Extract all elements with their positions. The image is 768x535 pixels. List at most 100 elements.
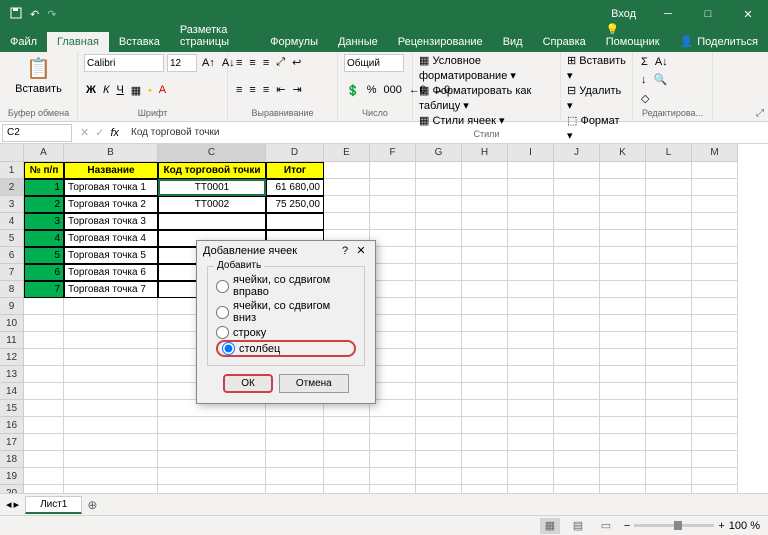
cell[interactable]	[462, 332, 508, 349]
cell[interactable]	[600, 247, 646, 264]
cell[interactable]	[416, 196, 462, 213]
fill-icon[interactable]: ↓	[639, 72, 649, 88]
view-break-icon[interactable]: ▭	[596, 518, 616, 534]
cell[interactable]	[370, 451, 416, 468]
cell[interactable]	[508, 281, 554, 298]
cell[interactable]	[692, 349, 738, 366]
cell[interactable]	[508, 315, 554, 332]
fx-icon[interactable]: fx	[108, 124, 121, 141]
cell[interactable]	[24, 298, 64, 315]
cell[interactable]	[600, 366, 646, 383]
cell[interactable]: ТТ0002	[158, 196, 266, 213]
cell[interactable]	[692, 383, 738, 400]
col-header[interactable]: H	[462, 144, 508, 162]
cell[interactable]	[416, 315, 462, 332]
cell[interactable]	[370, 468, 416, 485]
cell[interactable]	[600, 298, 646, 315]
cell[interactable]	[370, 315, 416, 332]
cells-format-button[interactable]: ⬚ Формат ▾	[567, 114, 626, 144]
cell[interactable]	[158, 451, 266, 468]
cell[interactable]	[600, 451, 646, 468]
font-name-select[interactable]	[84, 54, 164, 72]
cell[interactable]	[416, 400, 462, 417]
cell[interactable]	[370, 400, 416, 417]
cell[interactable]	[266, 417, 324, 434]
sheet-tab[interactable]: Лист1	[25, 496, 82, 514]
underline-button[interactable]: Ч	[114, 82, 125, 98]
cell[interactable]	[600, 281, 646, 298]
row-header[interactable]: 10	[0, 315, 24, 332]
cell[interactable]	[24, 383, 64, 400]
tab-file[interactable]: Файл	[0, 32, 47, 52]
cell[interactable]	[370, 434, 416, 451]
cell[interactable]	[462, 264, 508, 281]
cell[interactable]	[462, 468, 508, 485]
cell[interactable]	[416, 366, 462, 383]
cell[interactable]	[692, 213, 738, 230]
cell[interactable]	[324, 179, 370, 196]
cell[interactable]	[554, 383, 600, 400]
cell[interactable]	[554, 332, 600, 349]
cell[interactable]	[158, 213, 266, 230]
cell[interactable]	[416, 281, 462, 298]
find-icon[interactable]: 🔍	[652, 71, 670, 88]
cell[interactable]	[600, 213, 646, 230]
cell[interactable]	[508, 434, 554, 451]
cell[interactable]: Торговая точка 6	[64, 264, 158, 281]
cell[interactable]	[24, 417, 64, 434]
italic-button[interactable]: К	[101, 82, 111, 98]
row-header[interactable]: 4	[0, 213, 24, 230]
opt-row[interactable]: строку	[216, 325, 356, 340]
cell[interactable]	[416, 434, 462, 451]
cancel-fx-icon[interactable]: ✕	[78, 124, 91, 141]
dialog-ok-button[interactable]: ОК	[223, 374, 273, 393]
cell[interactable]	[554, 247, 600, 264]
cell[interactable]	[554, 349, 600, 366]
cell[interactable]	[24, 332, 64, 349]
tab-data[interactable]: Данные	[328, 32, 388, 52]
cell[interactable]	[646, 434, 692, 451]
wrap-icon[interactable]: ↩	[290, 54, 303, 71]
row-header[interactable]: 13	[0, 366, 24, 383]
cell[interactable]	[266, 451, 324, 468]
row-header[interactable]: 16	[0, 417, 24, 434]
cell[interactable]	[508, 451, 554, 468]
cell[interactable]	[508, 162, 554, 179]
cell[interactable]	[508, 247, 554, 264]
cell[interactable]	[158, 434, 266, 451]
cell[interactable]	[416, 179, 462, 196]
tab-review[interactable]: Рецензирование	[388, 32, 493, 52]
cell[interactable]	[554, 434, 600, 451]
cell[interactable]	[692, 366, 738, 383]
cell-styles-button[interactable]: ▦ Стили ячеек ▾	[419, 114, 554, 129]
cell[interactable]	[324, 162, 370, 179]
zoom-level[interactable]: 100 %	[729, 520, 760, 532]
cell[interactable]	[370, 332, 416, 349]
tab-layout[interactable]: Разметка страницы	[170, 20, 260, 52]
cell[interactable]	[64, 400, 158, 417]
cell[interactable]: 75 250,00	[266, 196, 324, 213]
cond-format-button[interactable]: ▦ Условное форматирование ▾	[419, 54, 554, 84]
cell[interactable]	[370, 298, 416, 315]
cell[interactable]: 6	[24, 264, 64, 281]
cell[interactable]	[692, 281, 738, 298]
cell[interactable]	[600, 349, 646, 366]
align-top-icon[interactable]: ≡	[234, 55, 244, 71]
cell[interactable]	[554, 451, 600, 468]
cell[interactable]	[692, 196, 738, 213]
cell[interactable]: 1	[24, 179, 64, 196]
tab-view[interactable]: Вид	[493, 32, 533, 52]
cell[interactable]	[600, 162, 646, 179]
font-size-select[interactable]	[167, 54, 197, 72]
cell[interactable]	[370, 281, 416, 298]
cell[interactable]	[692, 468, 738, 485]
col-header[interactable]: J	[554, 144, 600, 162]
cell[interactable]	[646, 400, 692, 417]
cell[interactable]	[508, 366, 554, 383]
cell[interactable]	[462, 434, 508, 451]
redo-icon[interactable]: ↷	[47, 8, 56, 21]
cell[interactable]	[554, 162, 600, 179]
cell[interactable]	[462, 230, 508, 247]
cell[interactable]	[646, 468, 692, 485]
fill-color-icon[interactable]: 🞍	[146, 82, 154, 99]
